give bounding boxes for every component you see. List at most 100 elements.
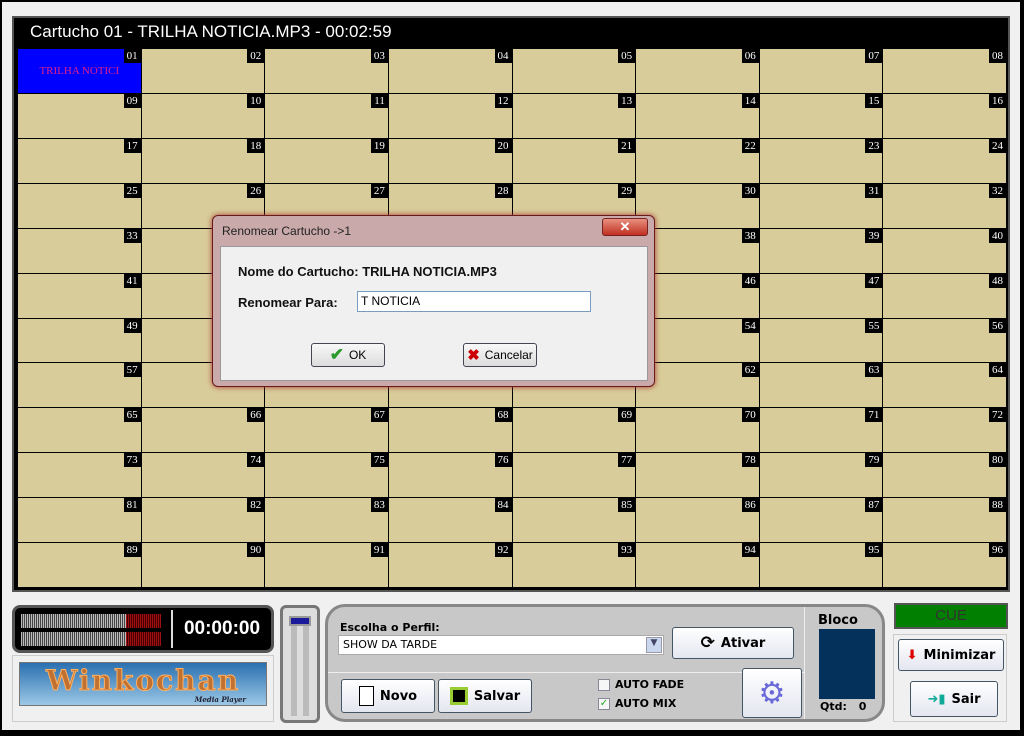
cart-cell[interactable]: 81 bbox=[18, 498, 141, 543]
cart-cell[interactable]: 92 bbox=[388, 543, 512, 587]
cart-cell[interactable]: 84 bbox=[388, 498, 512, 543]
cart-cell[interactable]: 08 bbox=[883, 49, 1006, 93]
cart-cell[interactable]: 56 bbox=[883, 318, 1006, 363]
ativar-button[interactable]: ⟳ Ativar bbox=[672, 627, 794, 659]
cart-cell[interactable]: 31 bbox=[759, 183, 883, 228]
cart-cell[interactable]: 90 bbox=[141, 543, 265, 587]
cart-number: 46 bbox=[741, 273, 759, 288]
cart-cell[interactable]: 23 bbox=[759, 138, 883, 183]
auto-fade-checkbox[interactable]: AUTO FADE bbox=[598, 678, 684, 691]
cart-cell[interactable]: 88 bbox=[883, 498, 1006, 543]
cart-number: 33 bbox=[123, 228, 141, 243]
cart-cell[interactable]: 13 bbox=[512, 93, 636, 138]
cart-cell[interactable]: 77 bbox=[512, 453, 636, 498]
salvar-button[interactable]: Salvar bbox=[438, 679, 532, 713]
fader-knob[interactable] bbox=[289, 616, 311, 626]
minimizar-button[interactable]: ⬇ Minimizar bbox=[898, 639, 1004, 671]
cart-cell[interactable]: 39 bbox=[759, 228, 883, 273]
cart-cell[interactable]: 64 bbox=[883, 363, 1006, 408]
cart-number: 70 bbox=[741, 408, 759, 423]
cart-cell[interactable]: 14 bbox=[636, 93, 759, 138]
cart-cell[interactable]: 63 bbox=[759, 363, 883, 408]
cart-cell[interactable]: 07 bbox=[759, 49, 883, 93]
cart-cell[interactable]: 40 bbox=[883, 228, 1006, 273]
cart-cell[interactable]: 73 bbox=[18, 453, 141, 498]
cart-cell[interactable]: 21 bbox=[512, 138, 636, 183]
cart-cell[interactable]: 80 bbox=[883, 453, 1006, 498]
cart-cell[interactable]: 74 bbox=[141, 453, 265, 498]
rename-input[interactable]: T NOTICIA bbox=[357, 291, 591, 312]
cart-cell[interactable]: 33 bbox=[18, 228, 141, 273]
auto-fade-box[interactable] bbox=[598, 678, 610, 691]
cart-cell[interactable]: 79 bbox=[759, 453, 883, 498]
cart-cell[interactable]: 91 bbox=[265, 543, 388, 587]
close-button[interactable]: ✕ bbox=[602, 218, 648, 236]
profile-select[interactable]: SHOW DA TARDE ▼ bbox=[338, 635, 664, 655]
cart-cell[interactable]: 09 bbox=[18, 93, 141, 138]
cart-cell[interactable]: 82 bbox=[141, 498, 265, 543]
cart-cell[interactable]: 10 bbox=[141, 93, 265, 138]
cart-cell[interactable]: 22 bbox=[636, 138, 759, 183]
cart-cell[interactable]: 02 bbox=[141, 49, 265, 93]
cart-cell[interactable]: 25 bbox=[18, 183, 141, 228]
cart-cell[interactable]: 75 bbox=[265, 453, 388, 498]
cart-cell[interactable]: 89 bbox=[18, 543, 141, 587]
cart-cell[interactable]: 17 bbox=[18, 138, 141, 183]
check-icon[interactable]: ✓ bbox=[598, 697, 610, 710]
cart-cell[interactable]: 47 bbox=[759, 273, 883, 318]
cart-cell[interactable]: 06 bbox=[636, 49, 759, 93]
novo-button[interactable]: Novo bbox=[341, 679, 435, 713]
cart-cell[interactable]: 01 TRILHA NOTICI bbox=[18, 49, 141, 93]
cart-cell[interactable]: 49 bbox=[18, 318, 141, 363]
cart-cell[interactable]: 32 bbox=[883, 183, 1006, 228]
cart-cell[interactable]: 15 bbox=[759, 93, 883, 138]
cart-cell[interactable]: 03 bbox=[265, 49, 388, 93]
cart-cell[interactable]: 04 bbox=[388, 49, 512, 93]
cart-cell[interactable]: 67 bbox=[265, 408, 388, 453]
cart-number: 14 bbox=[741, 93, 759, 108]
cart-number: 77 bbox=[618, 453, 636, 468]
gear-icon: ⚙ bbox=[758, 675, 786, 711]
cart-cell[interactable]: 70 bbox=[636, 408, 759, 453]
ok-button[interactable]: ✔ OK bbox=[311, 343, 385, 367]
cart-cell[interactable]: 11 bbox=[265, 93, 388, 138]
cart-number: 30 bbox=[741, 183, 759, 198]
cart-cell[interactable]: 87 bbox=[759, 498, 883, 543]
cart-number: 72 bbox=[989, 408, 1006, 423]
settings-button[interactable]: ⚙ bbox=[742, 668, 802, 718]
sair-button[interactable]: ➜▮ Sair bbox=[910, 681, 998, 717]
cart-cell[interactable]: 76 bbox=[388, 453, 512, 498]
cart-cell[interactable]: 05 bbox=[512, 49, 636, 93]
cart-cell[interactable]: 65 bbox=[18, 408, 141, 453]
chevron-down-icon[interactable]: ▼ bbox=[646, 637, 662, 653]
cart-cell[interactable]: 71 bbox=[759, 408, 883, 453]
cart-cell[interactable]: 85 bbox=[512, 498, 636, 543]
cart-cell[interactable]: 78 bbox=[636, 453, 759, 498]
cart-cell[interactable]: 68 bbox=[388, 408, 512, 453]
cart-cell[interactable]: 72 bbox=[883, 408, 1006, 453]
cart-cell[interactable]: 24 bbox=[883, 138, 1006, 183]
cart-cell[interactable]: 41 bbox=[18, 273, 141, 318]
cart-cell[interactable]: 12 bbox=[388, 93, 512, 138]
cancel-button[interactable]: ✖ Cancelar bbox=[463, 343, 537, 367]
cart-cell[interactable]: 16 bbox=[883, 93, 1006, 138]
cart-cell[interactable]: 55 bbox=[759, 318, 883, 363]
cart-cell[interactable]: 86 bbox=[636, 498, 759, 543]
cart-cell[interactable]: 96 bbox=[883, 543, 1006, 587]
cart-cell[interactable]: 20 bbox=[388, 138, 512, 183]
cart-cell[interactable]: 95 bbox=[759, 543, 883, 587]
cart-cell[interactable]: 83 bbox=[265, 498, 388, 543]
cart-cell[interactable]: 18 bbox=[141, 138, 265, 183]
cart-cell[interactable]: 94 bbox=[636, 543, 759, 587]
current-cart-title: Cartucho 01 - TRILHA NOTICIA.MP3 - 00:02… bbox=[30, 22, 392, 41]
cart-cell[interactable]: 93 bbox=[512, 543, 636, 587]
cart-cell[interactable]: 69 bbox=[512, 408, 636, 453]
volume-fader[interactable] bbox=[280, 605, 320, 723]
cart-cell[interactable]: 57 bbox=[18, 363, 141, 408]
cue-indicator[interactable]: CUE bbox=[894, 603, 1008, 629]
cart-cell[interactable]: 48 bbox=[883, 273, 1006, 318]
cart-number: 27 bbox=[370, 183, 388, 198]
cart-cell[interactable]: 66 bbox=[141, 408, 265, 453]
auto-mix-checkbox[interactable]: ✓ AUTO MIX bbox=[598, 697, 676, 710]
cart-cell[interactable]: 19 bbox=[265, 138, 388, 183]
